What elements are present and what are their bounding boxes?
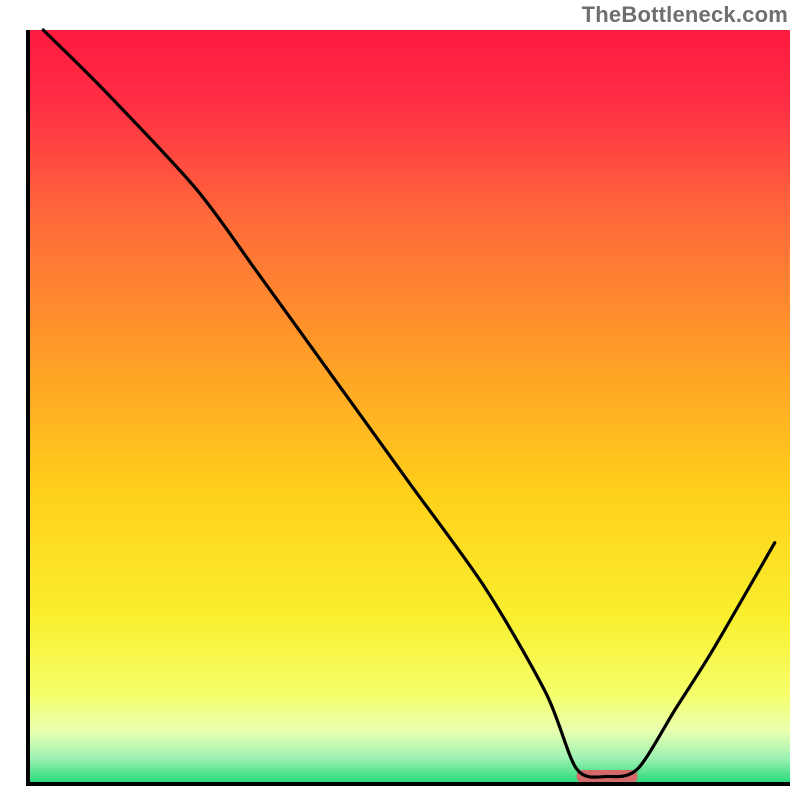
bottleneck-chart bbox=[0, 0, 800, 800]
chart-container: TheBottleneck.com bbox=[0, 0, 800, 800]
plot-background bbox=[28, 30, 790, 784]
watermark-text: TheBottleneck.com bbox=[582, 2, 788, 28]
